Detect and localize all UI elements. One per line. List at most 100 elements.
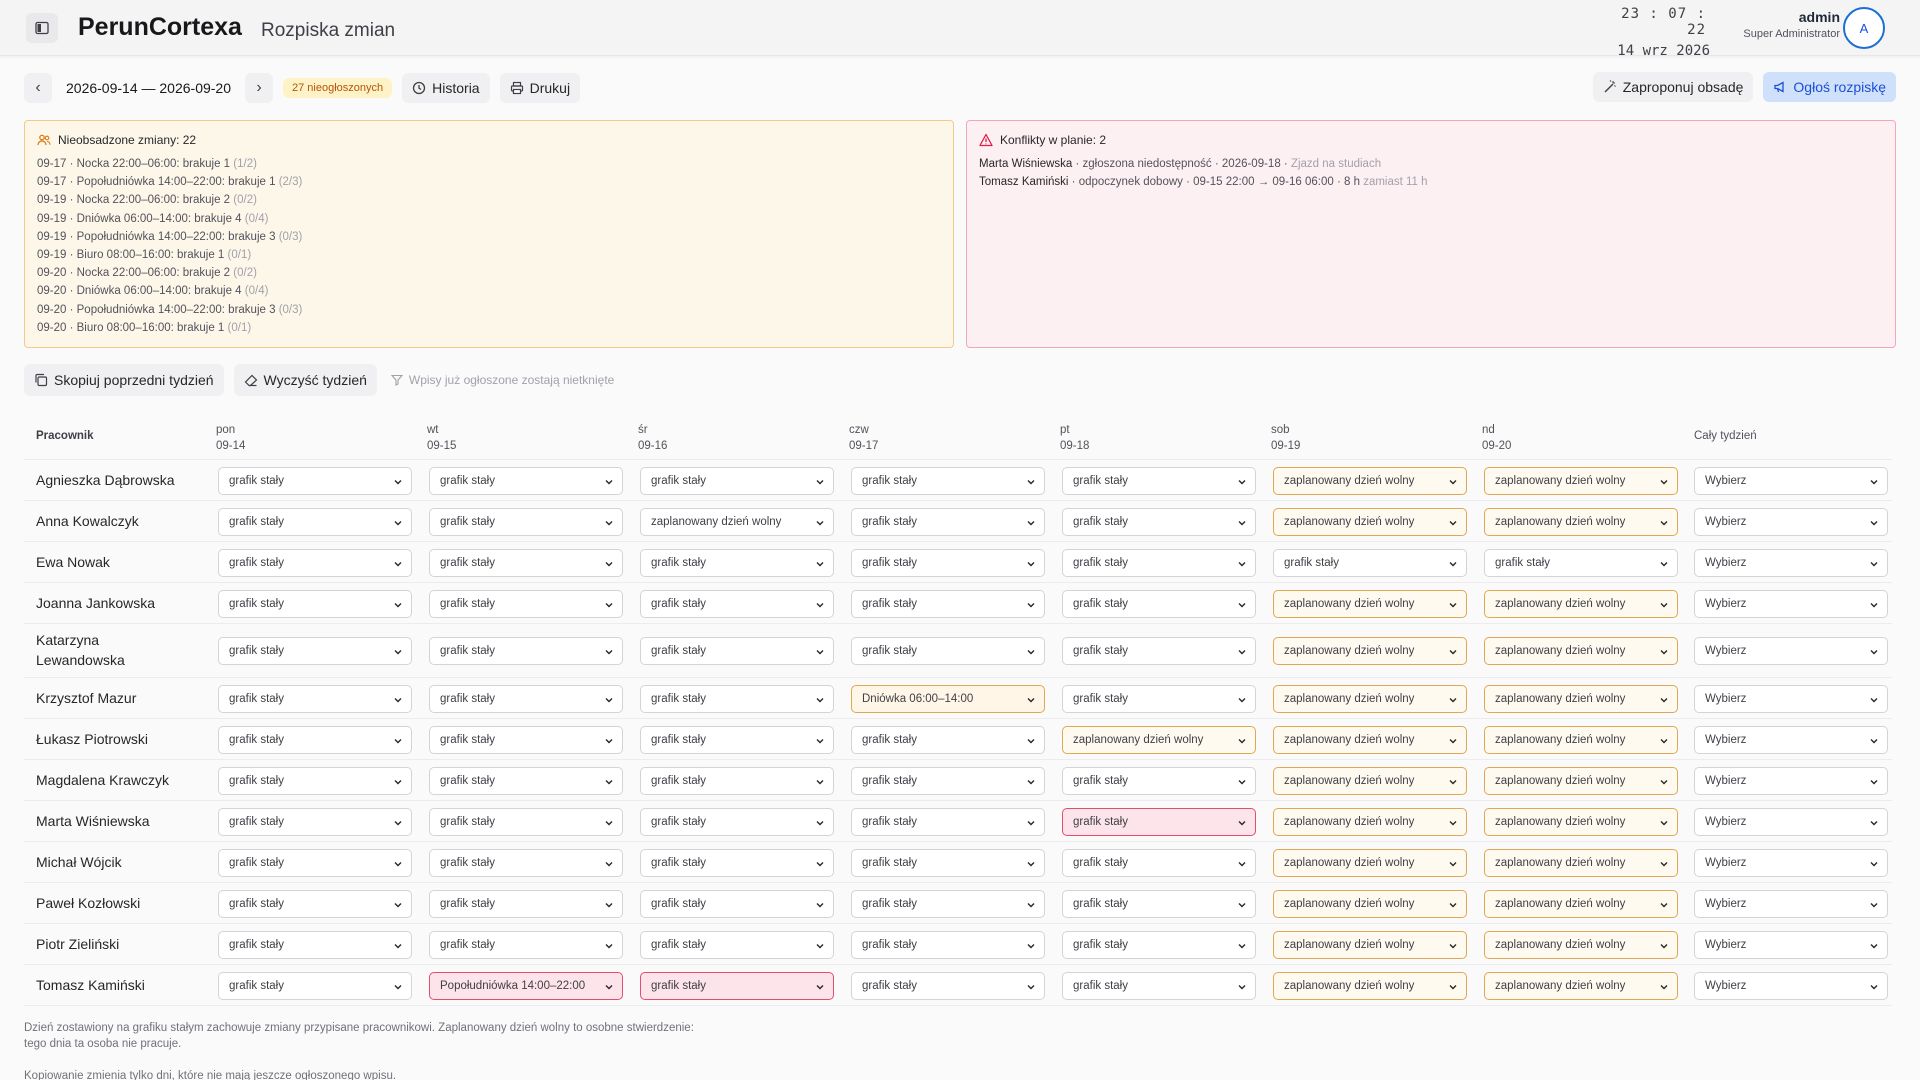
whole-week-select[interactable]: Wybierz — [1694, 931, 1888, 959]
shift-select[interactable]: grafik stały — [1062, 767, 1256, 795]
shift-select[interactable]: zaplanowany dzień wolny — [1273, 637, 1467, 665]
shift-select[interactable]: grafik stały — [640, 849, 834, 877]
shift-select[interactable]: grafik stały — [1062, 590, 1256, 618]
shift-select[interactable]: grafik stały — [429, 726, 623, 754]
shift-select[interactable]: grafik stały — [640, 890, 834, 918]
whole-week-select[interactable]: Wybierz — [1694, 890, 1888, 918]
shift-select[interactable]: zaplanowany dzień wolny — [1484, 726, 1678, 754]
shift-select[interactable]: zaplanowany dzień wolny — [1484, 931, 1678, 959]
shift-select[interactable]: grafik stały — [640, 931, 834, 959]
shift-select[interactable]: grafik stały — [1062, 972, 1256, 1000]
shift-select[interactable]: zaplanowany dzień wolny — [1484, 590, 1678, 618]
shift-select[interactable]: zaplanowany dzień wolny — [1273, 508, 1467, 536]
shift-select[interactable]: grafik stały — [640, 726, 834, 754]
shift-select[interactable]: grafik stały — [640, 590, 834, 618]
shift-select[interactable]: grafik stały — [218, 467, 412, 495]
shift-select[interactable]: grafik stały — [1062, 685, 1256, 713]
shift-select[interactable]: Popołudniówka 14:00–22:00 — [429, 972, 623, 1000]
shift-select[interactable]: zaplanowany dzień wolny — [1273, 890, 1467, 918]
shift-select[interactable]: grafik stały — [429, 767, 623, 795]
shift-select[interactable]: zaplanowany dzień wolny — [1273, 685, 1467, 713]
shift-select[interactable]: grafik stały — [640, 685, 834, 713]
shift-select[interactable]: zaplanowany dzień wolny — [1484, 890, 1678, 918]
shift-select[interactable]: grafik stały — [218, 726, 412, 754]
shift-select[interactable]: grafik stały — [640, 637, 834, 665]
whole-week-select[interactable]: Wybierz — [1694, 808, 1888, 836]
user-info[interactable]: admin Super Administrator — [1720, 9, 1840, 40]
shift-select[interactable]: zaplanowany dzień wolny — [1484, 685, 1678, 713]
shift-select[interactable]: grafik stały — [218, 508, 412, 536]
shift-select[interactable]: zaplanowany dzień wolny — [1484, 849, 1678, 877]
shift-select[interactable]: Dniówka 06:00–14:00 — [851, 685, 1045, 713]
shift-select[interactable]: grafik stały — [851, 467, 1045, 495]
shift-select[interactable]: zaplanowany dzień wolny — [1273, 931, 1467, 959]
shift-select[interactable]: grafik stały — [1062, 549, 1256, 577]
shift-select[interactable]: grafik stały — [429, 637, 623, 665]
shift-select[interactable]: grafik stały — [1273, 549, 1467, 577]
whole-week-select[interactable]: Wybierz — [1694, 637, 1888, 665]
shift-select[interactable]: grafik stały — [429, 467, 623, 495]
shift-select[interactable]: grafik stały — [851, 549, 1045, 577]
shift-select[interactable]: grafik stały — [429, 508, 623, 536]
shift-select[interactable]: grafik stały — [1062, 808, 1256, 836]
shift-select[interactable]: zaplanowany dzień wolny — [640, 508, 834, 536]
propose-staffing-button[interactable]: Zaproponuj obsadę — [1592, 72, 1754, 102]
shift-select[interactable]: grafik stały — [1062, 508, 1256, 536]
shift-select[interactable]: grafik stały — [640, 972, 834, 1000]
shift-select[interactable]: grafik stały — [218, 637, 412, 665]
shift-select[interactable]: zaplanowany dzień wolny — [1484, 767, 1678, 795]
clear-week-button[interactable]: Wyczyść tydzień — [233, 364, 377, 396]
shift-select[interactable]: grafik stały — [429, 931, 623, 959]
shift-select[interactable]: grafik stały — [1062, 931, 1256, 959]
avatar[interactable]: A — [1843, 7, 1885, 49]
shift-select[interactable]: grafik stały — [1062, 467, 1256, 495]
copy-previous-week-button[interactable]: Skopiuj poprzedni tydzień — [24, 364, 224, 396]
shift-select[interactable]: grafik stały — [429, 590, 623, 618]
shift-select[interactable]: zaplanowany dzień wolny — [1273, 767, 1467, 795]
shift-select[interactable]: zaplanowany dzień wolny — [1273, 726, 1467, 754]
shift-select[interactable]: grafik stały — [1062, 849, 1256, 877]
sidebar-toggle-button[interactable] — [26, 13, 58, 43]
shift-select[interactable]: grafik stały — [640, 549, 834, 577]
shift-select[interactable]: zaplanowany dzień wolny — [1484, 508, 1678, 536]
shift-select[interactable]: grafik stały — [429, 849, 623, 877]
whole-week-select[interactable]: Wybierz — [1694, 685, 1888, 713]
print-button[interactable]: Drukuj — [499, 73, 581, 103]
shift-select[interactable]: grafik stały — [218, 972, 412, 1000]
shift-select[interactable]: grafik stały — [1062, 637, 1256, 665]
shift-select[interactable]: grafik stały — [429, 685, 623, 713]
shift-select[interactable]: grafik stały — [218, 590, 412, 618]
shift-select[interactable]: grafik stały — [851, 590, 1045, 618]
prev-week-button[interactable]: ‹ — [24, 73, 52, 103]
announce-schedule-button[interactable]: Ogłoś rozpiskę — [1763, 72, 1896, 102]
whole-week-select[interactable]: Wybierz — [1694, 590, 1888, 618]
shift-select[interactable]: zaplanowany dzień wolny — [1484, 972, 1678, 1000]
conflict-item[interactable]: Marta Wiśniewska · zgłoszona niedostępno… — [979, 155, 1883, 173]
whole-week-select[interactable]: Wybierz — [1694, 972, 1888, 1000]
shift-select[interactable]: grafik stały — [851, 890, 1045, 918]
shift-select[interactable]: grafik stały — [429, 890, 623, 918]
shift-select[interactable]: grafik stały — [640, 808, 834, 836]
whole-week-select[interactable]: Wybierz — [1694, 467, 1888, 495]
conflict-item[interactable]: Tomasz Kamiński · odpoczynek dobowy · 09… — [979, 173, 1883, 191]
shift-select[interactable]: zaplanowany dzień wolny — [1273, 849, 1467, 877]
shift-select[interactable]: grafik stały — [1484, 549, 1678, 577]
next-week-button[interactable]: › — [245, 73, 274, 103]
shift-select[interactable]: grafik stały — [218, 549, 412, 577]
shift-select[interactable]: zaplanowany dzień wolny — [1273, 467, 1467, 495]
shift-select[interactable]: grafik stały — [218, 685, 412, 713]
shift-select[interactable]: grafik stały — [218, 890, 412, 918]
shift-select[interactable]: grafik stały — [429, 549, 623, 577]
shift-select[interactable]: zaplanowany dzień wolny — [1484, 808, 1678, 836]
shift-select[interactable]: grafik stały — [218, 931, 412, 959]
whole-week-select[interactable]: Wybierz — [1694, 549, 1888, 577]
shift-select[interactable]: grafik stały — [640, 767, 834, 795]
shift-select[interactable]: grafik stały — [851, 931, 1045, 959]
shift-select[interactable]: grafik stały — [851, 726, 1045, 754]
shift-select[interactable]: grafik stały — [851, 637, 1045, 665]
shift-select[interactable]: grafik stały — [1062, 890, 1256, 918]
shift-select[interactable]: zaplanowany dzień wolny — [1062, 726, 1256, 754]
shift-select[interactable]: grafik stały — [218, 808, 412, 836]
shift-select[interactable]: zaplanowany dzień wolny — [1273, 972, 1467, 1000]
shift-select[interactable]: zaplanowany dzień wolny — [1273, 590, 1467, 618]
